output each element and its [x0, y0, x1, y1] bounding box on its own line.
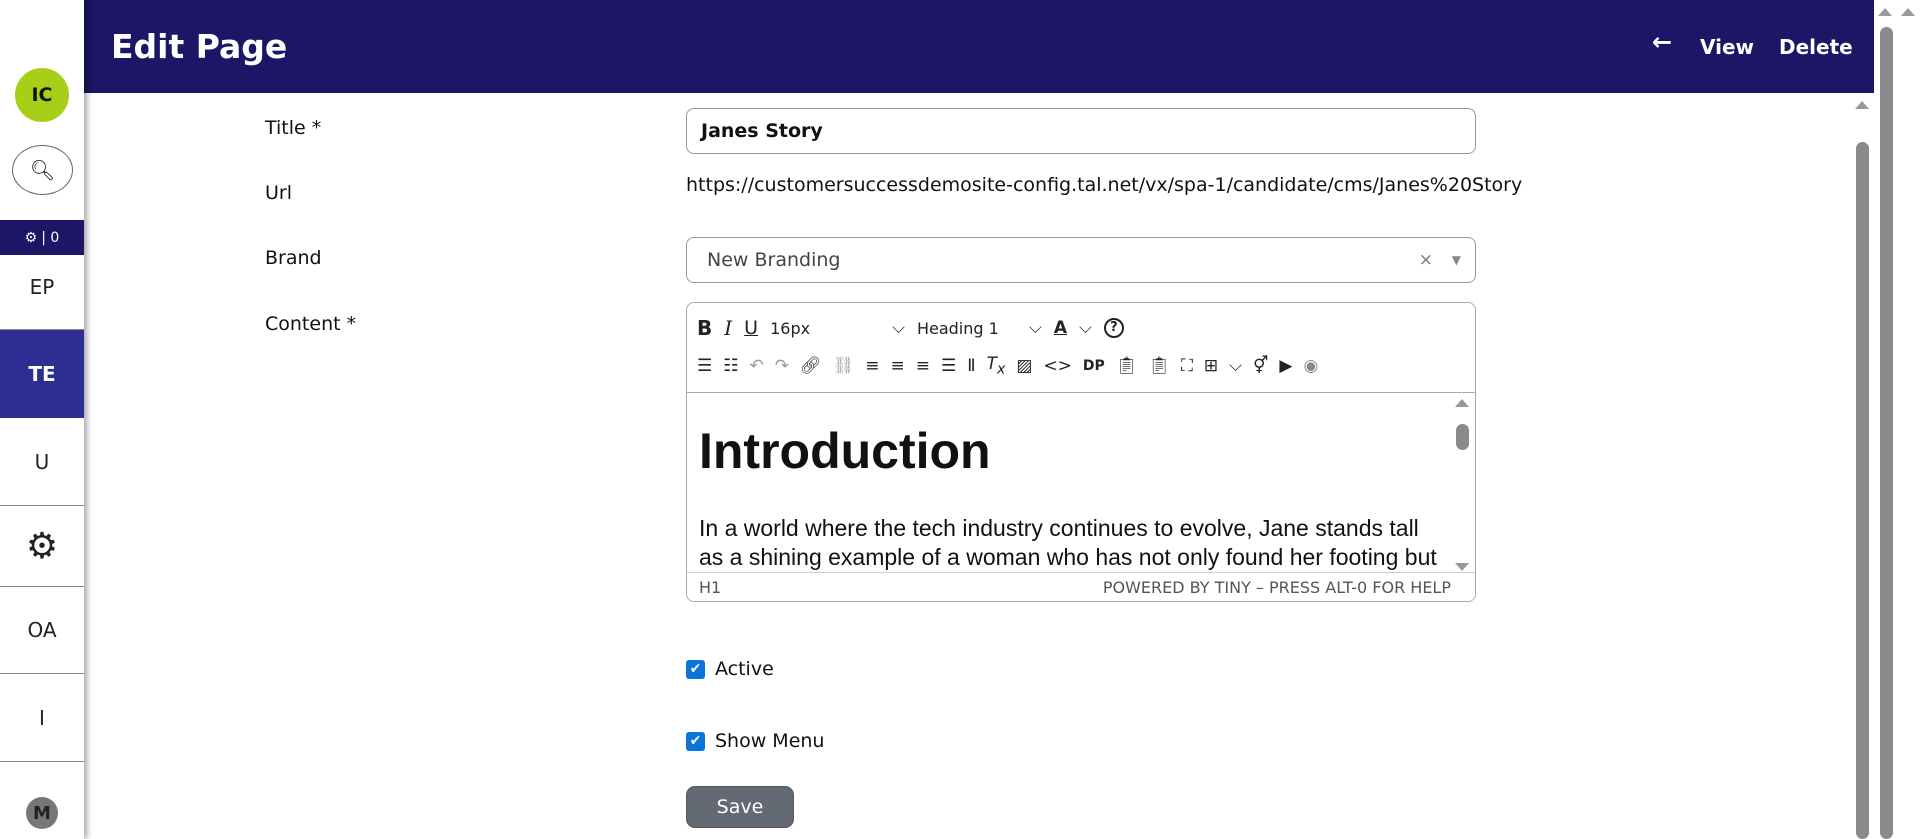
clear-formatting-icon[interactable]: Tx — [987, 354, 1006, 377]
sidebar-item-te[interactable]: TE — [0, 330, 84, 418]
sidebar-item-u[interactable]: U — [0, 418, 84, 506]
brand-select[interactable]: New Branding × ▼ — [686, 237, 1476, 283]
back-arrow-icon[interactable]: ← — [1652, 28, 1672, 56]
align-center-icon[interactable]: ≡ — [890, 356, 904, 376]
font-size-select[interactable]: 16px — [770, 319, 880, 338]
badge-count: | 0 — [41, 229, 60, 246]
gender-icon[interactable]: ⚥ — [1253, 356, 1268, 376]
align-left-icon[interactable]: ≡ — [865, 356, 879, 376]
dp-button[interactable]: DP — [1083, 358, 1105, 374]
search-button[interactable]: 🔍︎ — [12, 145, 73, 195]
sidebar-item-ep[interactable]: EP — [0, 255, 84, 330]
block-format-select[interactable]: Heading 1 — [917, 319, 1017, 338]
visibility-icon[interactable]: ◉ — [1303, 356, 1318, 376]
image-icon[interactable]: ▨ — [1016, 356, 1032, 376]
sidebar-item-m[interactable]: M — [0, 762, 84, 839]
paste-code-icon[interactable]: 📋︎ — [1148, 356, 1170, 376]
help-icon[interactable]: ? — [1103, 318, 1124, 338]
link-icon[interactable]: 🔗︎ — [800, 356, 822, 376]
chevron-down-icon[interactable]: ⌵ — [1029, 318, 1042, 338]
align-right-icon[interactable]: ≡ — [916, 356, 930, 376]
title-label: Title * — [265, 117, 322, 139]
url-value: https://customersuccessdemosite-config.t… — [686, 174, 1523, 196]
italic-icon[interactable]: I — [724, 316, 732, 340]
save-button[interactable]: Save — [686, 786, 794, 828]
undo-icon[interactable]: ↶ — [750, 356, 764, 376]
settings-count-badge[interactable]: ⚙ | 0 — [0, 220, 84, 255]
sidebar: IC 🔍︎ ⚙ | 0 EP TE U ⚙ OA I M — [0, 0, 84, 839]
m-badge: M — [26, 797, 58, 829]
checkbox-checked-icon[interactable]: ✔ — [686, 731, 705, 751]
numbered-list-icon[interactable]: ☷ — [723, 356, 738, 376]
editor-scrollbar[interactable] — [1455, 399, 1469, 571]
active-checkbox[interactable]: ✔ Active — [686, 658, 774, 680]
rich-text-editor: B I U 16px ⌵ Heading 1 ⌵ A ⌵ ? ☰ ☷ ↶ ↷ 🔗… — [686, 302, 1476, 602]
page-title: Edit Page — [111, 27, 288, 66]
gear-icon: ⚙ — [25, 525, 59, 567]
brand-label: Brand — [265, 247, 322, 269]
element-path[interactable]: H1 — [699, 578, 721, 597]
brand-value: New Branding — [707, 249, 841, 271]
sidebar-item-settings[interactable]: ⚙ — [0, 506, 84, 587]
active-label: Active — [715, 658, 774, 680]
editor-toolbar: B I U 16px ⌵ Heading 1 ⌵ A ⌵ ? ☰ ☷ ↶ ↷ 🔗… — [687, 303, 1475, 393]
code-icon[interactable]: <> — [1043, 356, 1072, 376]
sidebar-item-oa[interactable]: OA — [0, 587, 84, 674]
underline-icon[interactable]: U — [744, 317, 758, 339]
unlink-icon[interactable]: ⛓ — [833, 356, 855, 376]
user-avatar[interactable]: IC — [15, 68, 69, 122]
show-menu-label: Show Menu — [715, 730, 825, 752]
view-button[interactable]: View — [1700, 35, 1754, 59]
page-break-icon[interactable]: Ⅱ — [967, 356, 975, 376]
paste-text-icon[interactable]: 📋︎ — [1116, 356, 1138, 376]
text-color-icon[interactable]: A — [1054, 318, 1067, 338]
clear-icon[interactable]: × — [1419, 250, 1433, 270]
tiny-branding[interactable]: POWERED BY TINY – PRESS ALT-0 FOR HELP — [1103, 578, 1451, 597]
search-icon: 🔍︎ — [29, 158, 56, 182]
content-heading: Introduction — [699, 423, 991, 479]
chevron-down-icon[interactable]: ⌵ — [892, 318, 905, 338]
gear-icon: ⚙ — [24, 229, 38, 246]
delete-button[interactable]: Delete — [1779, 35, 1853, 59]
page-header: Edit Page ← View Delete — [84, 0, 1874, 93]
fullscreen-icon[interactable]: ⛶ — [1181, 356, 1193, 376]
table-icon[interactable]: ⊞ — [1204, 356, 1218, 376]
title-input[interactable]: Janes Story — [686, 108, 1476, 154]
chevron-down-icon[interactable]: ▼ — [1452, 253, 1461, 267]
media-icon[interactable]: ▶ — [1279, 356, 1292, 376]
sidebar-item-i[interactable]: I — [0, 674, 84, 762]
url-label: Url — [265, 182, 292, 204]
bold-icon[interactable]: B — [697, 316, 712, 340]
content-paragraph: In a world where the tech industry conti… — [699, 515, 1437, 574]
redo-icon[interactable]: ↷ — [775, 356, 789, 376]
chevron-down-icon[interactable]: ⌵ — [1229, 356, 1242, 376]
editor-content[interactable]: Introduction In a world where the tech i… — [687, 394, 1475, 574]
checkbox-checked-icon[interactable]: ✔ — [686, 659, 705, 679]
show-menu-checkbox[interactable]: ✔ Show Menu — [686, 730, 824, 752]
chevron-down-icon[interactable]: ⌵ — [1079, 318, 1092, 338]
justify-icon[interactable]: ☰ — [941, 356, 956, 376]
bullet-list-icon[interactable]: ☰ — [697, 356, 712, 376]
content-label: Content * — [265, 313, 357, 335]
editor-statusbar: H1 POWERED BY TINY – PRESS ALT-0 FOR HEL… — [687, 572, 1475, 601]
